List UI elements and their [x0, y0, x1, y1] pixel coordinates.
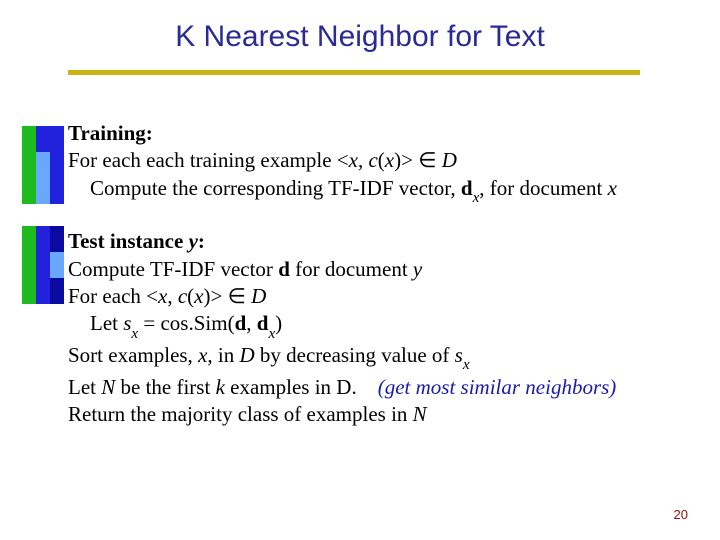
var-D: D: [442, 148, 457, 172]
test-line-1: Compute TF-IDF vector d for document y: [68, 256, 700, 283]
test-line-3: Let sx = cos.Sim(d, dx): [68, 310, 700, 342]
element-of-symbol: ∈: [418, 148, 436, 172]
test-line-6: Return the majority class of examples in…: [68, 401, 700, 428]
test-line-5: Let N be the first k examples in D. (get…: [68, 374, 700, 401]
var-x: x: [608, 176, 617, 200]
var-c: c: [178, 284, 187, 308]
text: )>: [394, 148, 418, 172]
var-x: x: [385, 148, 394, 172]
vec-d: d: [235, 311, 247, 335]
note-text: (get most similar neighbors): [378, 375, 617, 399]
vec-d: d: [257, 311, 269, 335]
training-block: Training: For each each training example…: [68, 120, 700, 206]
training-line-2: Compute the corresponding TF-IDF vector,…: [68, 175, 700, 207]
slide-title: K Nearest Neighbor for Text: [0, 0, 720, 64]
page-number: 20: [674, 507, 688, 522]
test-line-4: Sort examples, x, in D by decreasing val…: [68, 342, 700, 374]
element-of-symbol: ∈: [228, 284, 246, 308]
text: = cos.Sim(: [138, 311, 234, 335]
text: , in: [207, 343, 239, 367]
decorative-side-bars: [22, 126, 64, 304]
test-heading: Test instance y:: [68, 228, 700, 255]
test-line-2: For each <x, c(x)> ∈ D: [68, 283, 700, 310]
text: For each each training example <: [68, 148, 349, 172]
var-D: D: [239, 343, 254, 367]
text: ): [275, 311, 282, 335]
vec-d: d: [278, 257, 290, 281]
var-D: D: [251, 284, 266, 308]
var-y: y: [189, 229, 198, 253]
sub-x: x: [463, 357, 470, 373]
training-heading: Training:: [68, 120, 700, 147]
text: ,: [246, 311, 257, 335]
text: )>: [203, 284, 227, 308]
text: , for document: [479, 176, 607, 200]
text: Let: [68, 375, 101, 399]
text: Test instance: [68, 229, 189, 253]
var-s: s: [455, 343, 463, 367]
var-y: y: [413, 257, 422, 281]
text: Compute the corresponding TF-IDF vector,: [90, 176, 461, 200]
text: by decreasing value of: [255, 343, 455, 367]
text: For each <: [68, 284, 158, 308]
var-x: x: [349, 148, 358, 172]
text: examples in D.: [225, 375, 378, 399]
text: Return the majority class of examples in: [68, 402, 413, 426]
text: ,: [358, 148, 369, 172]
text: Compute TF-IDF vector: [68, 257, 278, 281]
text: ,: [167, 284, 178, 308]
vec-d: d: [461, 176, 473, 200]
text: Sort examples,: [68, 343, 198, 367]
var-x: x: [198, 343, 207, 367]
var-x: x: [158, 284, 167, 308]
text: for document: [290, 257, 413, 281]
var-N: N: [101, 375, 115, 399]
sub-x: x: [268, 326, 275, 342]
sub-x: x: [473, 190, 480, 206]
title-underline: [68, 70, 640, 75]
sub-x: x: [131, 326, 138, 342]
slide-body: Training: For each each training example…: [68, 120, 700, 451]
text: be the first: [115, 375, 215, 399]
var-N: N: [413, 402, 427, 426]
var-k: k: [216, 375, 225, 399]
text: (: [378, 148, 385, 172]
test-block: Test instance y: Compute TF-IDF vector d…: [68, 228, 700, 428]
var-c: c: [368, 148, 377, 172]
text: :: [198, 229, 205, 253]
training-line-1: For each each training example <x, c(x)>…: [68, 147, 700, 174]
text: Let: [90, 311, 123, 335]
